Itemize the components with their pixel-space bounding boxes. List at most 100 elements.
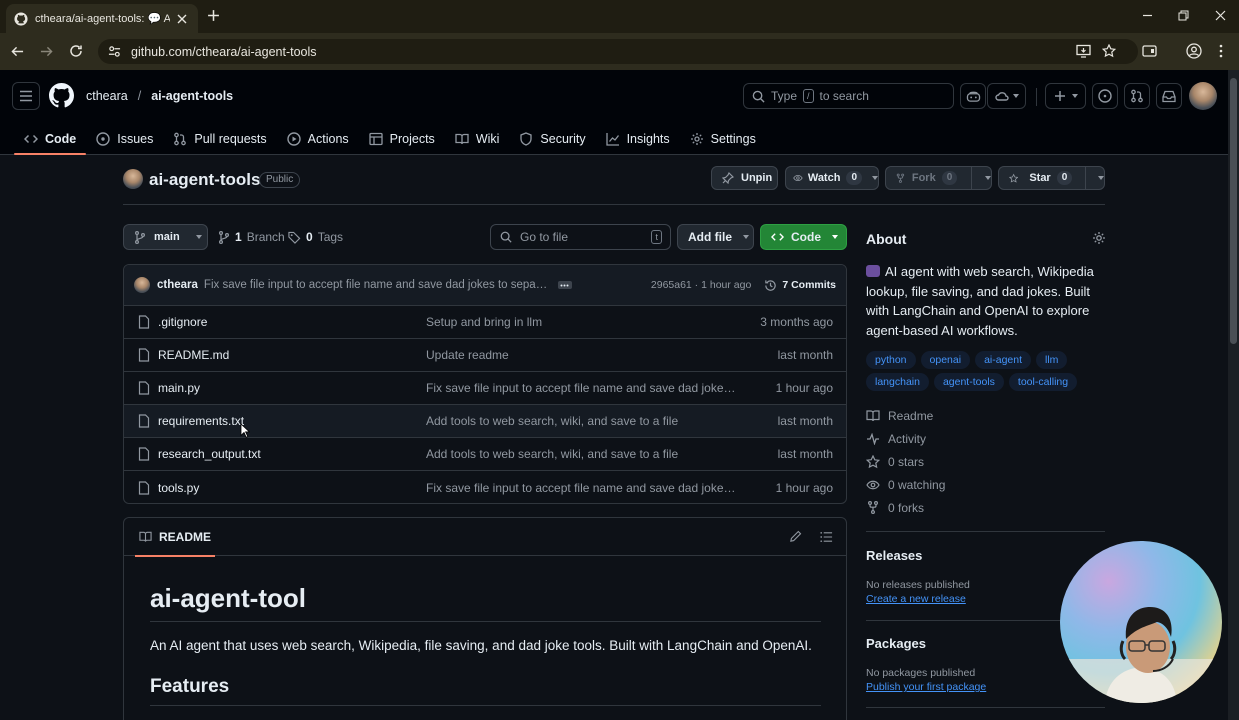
page-scrollbar[interactable] <box>1228 70 1239 720</box>
fork-button[interactable]: Fork 0 <box>885 166 992 190</box>
commit-message[interactable]: Fix save file input to accept file name … <box>204 279 549 291</box>
hamburger-menu-button[interactable] <box>12 82 40 110</box>
commit-hash-time[interactable]: 2965a61 · 1 hour ago <box>651 279 751 291</box>
file-commit-message[interactable]: Add tools to web search, wiki, and save … <box>426 414 736 428</box>
edit-pencil-icon[interactable] <box>789 530 802 543</box>
user-avatar[interactable] <box>1189 82 1217 110</box>
file-commit-message[interactable]: Setup and bring in llm <box>426 315 736 329</box>
tab-settings[interactable]: Settings <box>680 122 766 155</box>
file-commit-message[interactable]: Fix save file input to accept file name … <box>426 381 736 395</box>
file-row[interactable]: requirements.txt Add tools to web search… <box>124 405 846 438</box>
topic-tag[interactable]: openai <box>920 351 971 369</box>
readme-tab[interactable]: README <box>135 518 216 557</box>
close-window-icon[interactable] <box>1215 10 1226 21</box>
issues-button[interactable] <box>1092 83 1118 109</box>
topic-tag[interactable]: llm <box>1036 351 1068 369</box>
add-file-button[interactable]: Add file <box>677 224 754 250</box>
topic-tag[interactable]: ai-agent <box>975 351 1032 369</box>
watching-link[interactable]: 0 watching <box>866 473 945 496</box>
file-commit-message[interactable]: Fix save file input to accept file name … <box>426 481 736 495</box>
file-name[interactable]: .gitignore <box>158 315 207 329</box>
tab-issues[interactable]: Issues <box>86 122 163 155</box>
minimize-icon[interactable] <box>1142 10 1153 21</box>
tags-link[interactable]: 0 Tags <box>288 230 343 244</box>
bookmark-star-icon[interactable] <box>1102 44 1116 58</box>
file-name[interactable]: requirements.txt <box>158 414 244 428</box>
github-logo-icon[interactable] <box>49 83 74 108</box>
forward-icon[interactable] <box>40 45 53 58</box>
restore-icon[interactable] <box>1178 10 1189 21</box>
browser-tab[interactable]: ctheara/ai-agent-tools: 💬 AI a <box>6 4 198 33</box>
install-app-icon[interactable] <box>1076 44 1091 58</box>
packages-heading[interactable]: Packages <box>866 636 926 651</box>
readme-link[interactable]: Readme <box>866 404 945 427</box>
branches-link[interactable]: 1 Branch <box>218 230 285 244</box>
stars-link[interactable]: 0 stars <box>866 450 945 473</box>
tab-pull-requests[interactable]: Pull requests <box>163 122 276 155</box>
tab-code[interactable]: Code <box>14 122 87 155</box>
browser-menu-icon[interactable] <box>1219 44 1223 58</box>
search-input[interactable]: Type / to search <box>743 83 954 109</box>
file-commit-message[interactable]: Add tools to web search, wiki, and save … <box>426 447 736 461</box>
branch-selector[interactable]: main <box>123 224 208 250</box>
releases-heading[interactable]: Releases <box>866 548 922 563</box>
commit-author[interactable]: ctheara <box>157 279 198 291</box>
file-row[interactable]: .gitignore Setup and bring in llm 3 mont… <box>124 306 846 339</box>
tab-wiki[interactable]: Wiki <box>445 122 510 155</box>
sidepanel-icon[interactable] <box>1142 44 1157 58</box>
outline-list-icon[interactable] <box>820 531 833 543</box>
file-name[interactable]: tools.py <box>158 481 199 495</box>
site-info-icon[interactable] <box>108 45 121 58</box>
file-name[interactable]: main.py <box>158 381 200 395</box>
commits-count: 7 Commits <box>782 279 836 291</box>
file-date: last month <box>777 348 833 362</box>
tab-projects[interactable]: Projects <box>359 122 445 155</box>
activity-link[interactable]: Activity <box>866 427 945 450</box>
pull-requests-button[interactable] <box>1124 83 1150 109</box>
file-row[interactable]: tools.py Fix save file input to accept f… <box>124 471 846 503</box>
topic-tag[interactable]: agent-tools <box>933 373 1004 391</box>
profile-icon[interactable] <box>1186 43 1202 59</box>
create-release-link[interactable]: Create a new release <box>866 593 966 605</box>
unpin-label: Unpin <box>741 172 773 184</box>
star-button[interactable]: Star 0 <box>998 166 1105 190</box>
file-row[interactable]: research_output.txt Add tools to web sea… <box>124 438 846 471</box>
copilot-menu-button[interactable] <box>987 83 1026 109</box>
tab-security[interactable]: Security <box>509 122 595 155</box>
file-commit-message[interactable]: Update readme <box>426 348 736 362</box>
breadcrumb-repo[interactable]: ai-agent-tools <box>151 89 233 103</box>
topic-tag[interactable]: python <box>866 351 916 369</box>
unpin-button[interactable]: Unpin <box>711 166 778 190</box>
file-icon <box>138 315 150 329</box>
file-row[interactable]: README.md Update readme last month <box>124 339 846 372</box>
file-name[interactable]: research_output.txt <box>158 447 261 461</box>
breadcrumb-owner[interactable]: ctheara <box>86 89 128 103</box>
close-tab-icon[interactable] <box>177 14 187 24</box>
inbox-button[interactable] <box>1156 83 1182 109</box>
reload-icon[interactable] <box>69 44 83 58</box>
create-new-button[interactable] <box>1045 83 1086 109</box>
topic-tag[interactable]: tool-calling <box>1008 373 1078 391</box>
copilot-button[interactable] <box>960 83 986 109</box>
repo-name[interactable]: ai-agent-tools <box>149 170 260 190</box>
publish-package-link[interactable]: Publish your first package <box>866 681 986 693</box>
code-button[interactable]: Code <box>760 224 847 250</box>
tab-insights[interactable]: Insights <box>596 122 680 155</box>
about-settings-gear-icon[interactable] <box>1092 231 1106 245</box>
forks-link[interactable]: 0 forks <box>866 496 945 519</box>
file-name[interactable]: README.md <box>158 348 229 362</box>
commits-link[interactable]: 7 Commits <box>764 279 836 292</box>
scrollbar-thumb[interactable] <box>1230 78 1237 344</box>
tab-actions[interactable]: Actions <box>277 122 359 155</box>
topic-tag[interactable]: langchain <box>866 373 929 391</box>
commit-expand-button[interactable] <box>557 281 572 289</box>
file-row[interactable]: main.py Fix save file input to accept fi… <box>124 372 846 405</box>
go-to-file-input[interactable]: Go to file t <box>490 224 671 250</box>
tab-actions-label: Actions <box>307 131 349 146</box>
watch-button[interactable]: Watch 0 <box>785 166 879 190</box>
latest-commit-bar: ctheara Fix save file input to accept fi… <box>124 265 846 306</box>
back-icon[interactable] <box>11 45 24 58</box>
url-text: github.com/ctheara/ai-agent-tools <box>131 44 317 59</box>
new-tab-icon[interactable] <box>207 9 220 22</box>
url-field[interactable]: github.com/ctheara/ai-agent-tools <box>98 39 1138 64</box>
